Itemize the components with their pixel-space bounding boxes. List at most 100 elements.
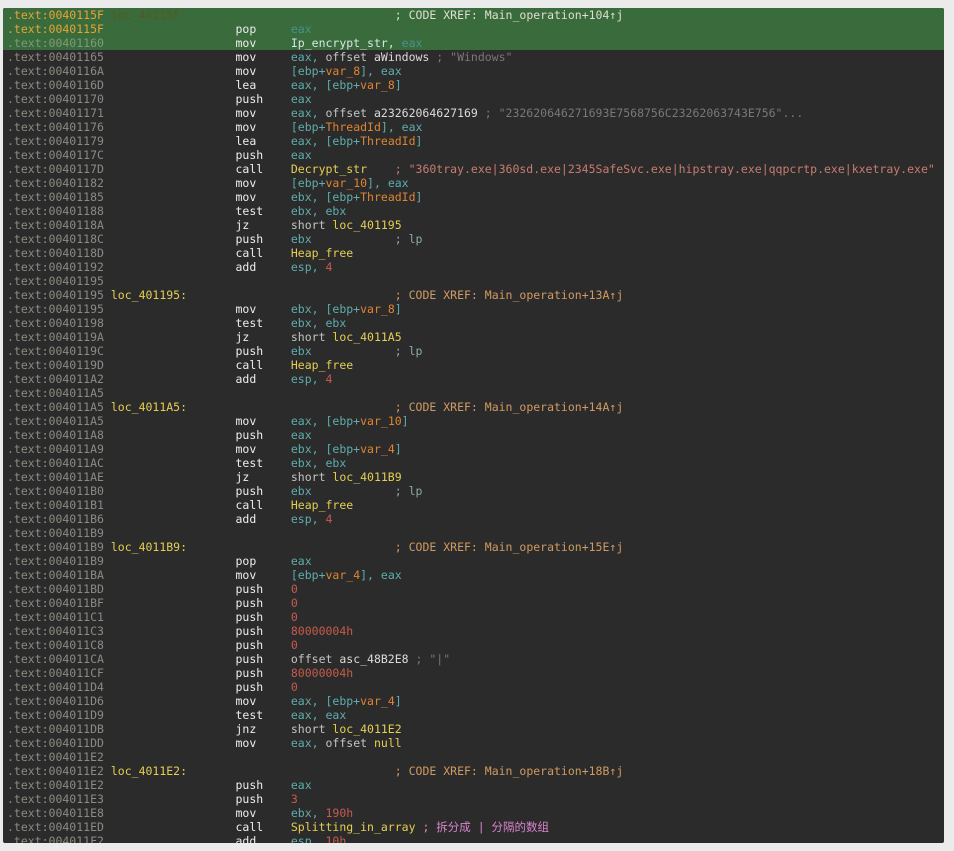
register-operand: eax, [ebp+ <box>291 414 360 428</box>
asm-line[interactable]: .text:004011AE jz short loc_4011B9 <box>7 470 944 484</box>
asm-line[interactable]: .text:004011E2 push eax <box>7 778 944 792</box>
asm-line[interactable]: .text:004011A5 loc_4011A5: ; CODE XREF: … <box>7 400 944 414</box>
asm-line[interactable]: .text:0040115F pop eax <box>3 22 944 36</box>
register-operand: ebx, [ebp+ <box>291 190 360 204</box>
asm-line[interactable]: .text:004011C8 push 0 <box>7 638 944 652</box>
address: .text:00401179 <box>7 134 235 148</box>
asm-line[interactable]: .text:004011A2 add esp, 4 <box>7 372 944 386</box>
asm-line[interactable]: .text:004011B1 call Heap_free <box>7 498 944 512</box>
symbol-name: null <box>374 736 402 750</box>
asm-line[interactable]: .text:00401185 mov ebx, [ebp+ThreadId] <box>7 190 944 204</box>
symbol-name: loc_4011A5 <box>332 330 401 344</box>
register-operand: ] <box>395 694 402 708</box>
asm-line[interactable]: .text:004011E3 push 3 <box>7 792 944 806</box>
mnemonic: mov <box>235 36 290 50</box>
asm-line[interactable]: .text:004011AC test ebx, ebx <box>7 456 944 470</box>
asm-line[interactable]: .text:004011C3 push 80000004h <box>7 624 944 638</box>
asm-line[interactable]: .text:004011CF push 80000004h <box>7 666 944 680</box>
asm-line[interactable]: .text:00401195 mov ebx, [ebp+var_8] <box>7 302 944 316</box>
asm-line[interactable]: .text:004011C1 push 0 <box>7 610 944 624</box>
address: .text:00401195 <box>7 302 235 316</box>
asm-line[interactable]: .text:0040118D call Heap_free <box>7 246 944 260</box>
asm-line[interactable]: .text:0040117C push eax <box>7 148 944 162</box>
asm-line[interactable]: .text:0040116D lea eax, [ebp+var_8] <box>7 78 944 92</box>
asm-line[interactable]: .text:004011DB jnz short loc_4011E2 <box>7 722 944 736</box>
xref-comment: ; CODE XREF: Main_operation+18B↑j <box>395 764 623 778</box>
address: .text:004011B9 <box>7 540 104 554</box>
disassembly-listing[interactable]: .text:0040115F loc_40115F: ; CODE XREF: … <box>3 8 944 843</box>
asm-line[interactable]: .text:00401176 mov [ebp+ThreadId], eax <box>7 120 944 134</box>
asm-line[interactable]: .text:00401192 add esp, 4 <box>7 260 944 274</box>
asm-line[interactable]: .text:0040119D call Heap_free <box>7 358 944 372</box>
address: .text:004011E8 <box>7 806 235 820</box>
asm-line[interactable]: .text:00401179 lea eax, [ebp+ThreadId] <box>7 134 944 148</box>
asm-line[interactable]: .text:0040116A mov [ebp+var_8], eax <box>7 64 944 78</box>
asm-line[interactable]: .text:004011D6 mov eax, [ebp+var_4] <box>7 694 944 708</box>
mnemonic: jz <box>235 218 290 232</box>
address: .text:00401165 <box>7 50 235 64</box>
disassembly-view[interactable]: .text:0040115F loc_40115F: ; CODE XREF: … <box>3 8 944 843</box>
asm-line[interactable]: .text:004011E8 mov ebx, 190h <box>7 806 944 820</box>
asm-line[interactable]: .text:004011A8 push eax <box>7 428 944 442</box>
variable-operand: var_10 <box>326 176 368 190</box>
asm-line[interactable]: .text:004011A5 mov eax, [ebp+var_10] <box>7 414 944 428</box>
asm-line[interactable]: .text:00401198 test ebx, ebx <box>7 316 944 330</box>
asm-line[interactable]: .text:0040119A jz short loc_4011A5 <box>7 330 944 344</box>
mnemonic: mov <box>235 694 290 708</box>
asm-line[interactable]: .text:004011A9 mov ebx, [ebp+var_4] <box>7 442 944 456</box>
asm-line[interactable]: .text:004011ED call Splitting_in_array ;… <box>7 820 944 834</box>
number-operand: 10h <box>326 834 347 843</box>
asm-line[interactable]: .text:0040115F loc_40115F: ; CODE XREF: … <box>3 8 944 22</box>
xref-comment: ; CODE XREF: Main_operation+13A↑j <box>395 288 623 302</box>
asm-line[interactable]: .text:00401188 test ebx, ebx <box>7 204 944 218</box>
variable-operand: var_8 <box>360 78 395 92</box>
asm-line[interactable]: .text:004011BF push 0 <box>7 596 944 610</box>
asm-line[interactable]: .text:00401160 mov Ip_encrypt_str, eax <box>3 36 944 50</box>
spacer <box>312 344 395 358</box>
window-frame: .text:0040115F loc_40115F: ; CODE XREF: … <box>0 0 954 851</box>
spacer <box>187 764 395 778</box>
asm-line[interactable]: .text:00401195 <box>7 274 944 288</box>
asm-line[interactable]: .text:004011D9 test eax, eax <box>7 708 944 722</box>
asm-line[interactable]: .text:00401170 push eax <box>7 92 944 106</box>
mnemonic: test <box>235 708 290 722</box>
address: .text:004011D9 <box>7 708 235 722</box>
asm-line[interactable]: .text:004011B0 push ebx ; lp <box>7 484 944 498</box>
asm-line[interactable]: .text:0040118C push ebx ; lp <box>7 232 944 246</box>
asm-line[interactable]: .text:004011CA push offset asc_48B2E8 ; … <box>7 652 944 666</box>
register-operand: eax, [ebp+ <box>291 134 360 148</box>
keyword: offset <box>291 652 339 666</box>
asm-line[interactable]: .text:004011B9 <box>7 526 944 540</box>
symbol-name: Decrypt_str <box>291 162 367 176</box>
asm-line[interactable]: .text:0040119C push ebx ; lp <box>7 344 944 358</box>
number-operand: 4 <box>326 372 333 386</box>
asm-line[interactable]: .text:004011DD mov eax, offset null <box>7 736 944 750</box>
user-comment: ; 拆分成 | 分隔的数组 <box>422 820 549 834</box>
asm-line[interactable]: .text:004011D4 push 0 <box>7 680 944 694</box>
mnemonic: call <box>235 358 290 372</box>
asm-line[interactable]: .text:00401195 loc_401195: ; CODE XREF: … <box>7 288 944 302</box>
asm-line[interactable]: .text:00401182 mov [ebp+var_10], eax <box>7 176 944 190</box>
address: .text:00401185 <box>7 190 235 204</box>
mnemonic: push <box>235 232 290 246</box>
asm-line[interactable]: .text:004011E2 <box>7 750 944 764</box>
register-operand: [ebp+ <box>291 120 326 134</box>
asm-line[interactable]: .text:004011B9 pop eax <box>7 554 944 568</box>
asm-line[interactable]: .text:004011A5 <box>7 386 944 400</box>
address: .text:004011B6 <box>7 512 235 526</box>
asm-line[interactable]: .text:004011E2 loc_4011E2: ; CODE XREF: … <box>7 764 944 778</box>
asm-line[interactable]: .text:0040117D call Decrypt_str ; "360tr… <box>7 162 944 176</box>
asm-line[interactable]: .text:00401171 mov eax, offset a23262064… <box>7 106 944 120</box>
address: .text:004011A8 <box>7 428 235 442</box>
xref-comment: ; CODE XREF: Main_operation+104↑j <box>395 8 623 22</box>
asm-line[interactable]: .text:004011B6 add esp, 4 <box>7 512 944 526</box>
register-operand: esp, <box>291 512 326 526</box>
address: .text:0040115F <box>7 22 235 36</box>
asm-line[interactable]: .text:004011BA mov [ebp+var_4], eax <box>7 568 944 582</box>
asm-line[interactable]: .text:004011BD push 0 <box>7 582 944 596</box>
asm-line[interactable]: .text:004011F2 add esp, 10h <box>7 834 944 843</box>
asm-line[interactable]: .text:0040118A jz short loc_401195 <box>7 218 944 232</box>
asm-line[interactable]: .text:004011B9 loc_4011B9: ; CODE XREF: … <box>7 540 944 554</box>
register-operand: ] <box>395 302 402 316</box>
asm-line[interactable]: .text:00401165 mov eax, offset aWindows … <box>7 50 944 64</box>
